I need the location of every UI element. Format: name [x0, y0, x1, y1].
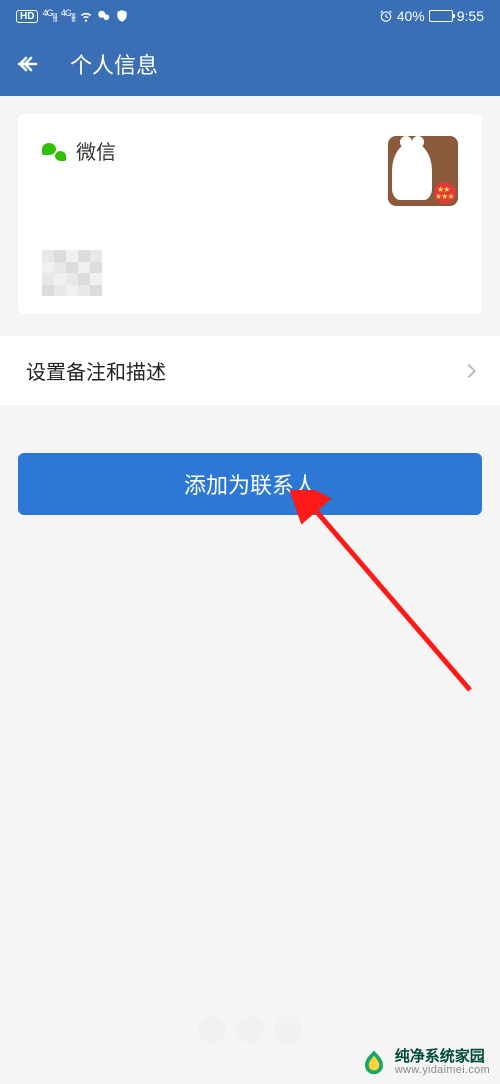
alarm-icon: [379, 9, 393, 23]
set-remark-label: 设置备注和描述: [26, 356, 166, 385]
messages-icon: [97, 9, 111, 23]
status-right: 40% 9:55: [379, 8, 484, 24]
battery-percent: 40%: [397, 8, 425, 24]
watermark: 纯净系统家园 www.yidaimei.com: [349, 1042, 500, 1084]
background-decoration: [198, 1016, 302, 1044]
watermark-url: www.yidaimei.com: [395, 1065, 490, 1077]
clock: 9:55: [457, 8, 484, 24]
redacted-username: [42, 250, 102, 296]
service-row: 微信: [42, 136, 116, 165]
shield-icon: [115, 9, 129, 23]
profile-card: 微信: [18, 114, 482, 314]
service-name: 微信: [76, 136, 116, 165]
battery-icon: [429, 10, 453, 22]
sim2-signal: 4G⫵: [61, 8, 75, 25]
set-remark-row[interactable]: 设置备注和描述: [0, 336, 500, 405]
page-title: 个人信息: [70, 48, 158, 80]
hd-badge: HD: [16, 10, 38, 23]
sim1-signal: 4G⫵: [42, 8, 56, 25]
status-bar: HD 4G⫵ 4G⫵ 40% 9:55: [0, 0, 500, 32]
wechat-icon: [42, 141, 66, 161]
app-bar: 个人信息: [0, 32, 500, 96]
chevron-right-icon: [462, 363, 476, 377]
wifi-icon: [79, 9, 93, 23]
back-button[interactable]: [16, 52, 40, 76]
add-contact-button[interactable]: 添加为联系人: [18, 453, 482, 515]
status-left: HD 4G⫵ 4G⫵: [16, 8, 129, 25]
avatar[interactable]: [388, 136, 458, 206]
watermark-logo-icon: [359, 1048, 389, 1078]
watermark-title: 纯净系统家园: [395, 1049, 490, 1065]
